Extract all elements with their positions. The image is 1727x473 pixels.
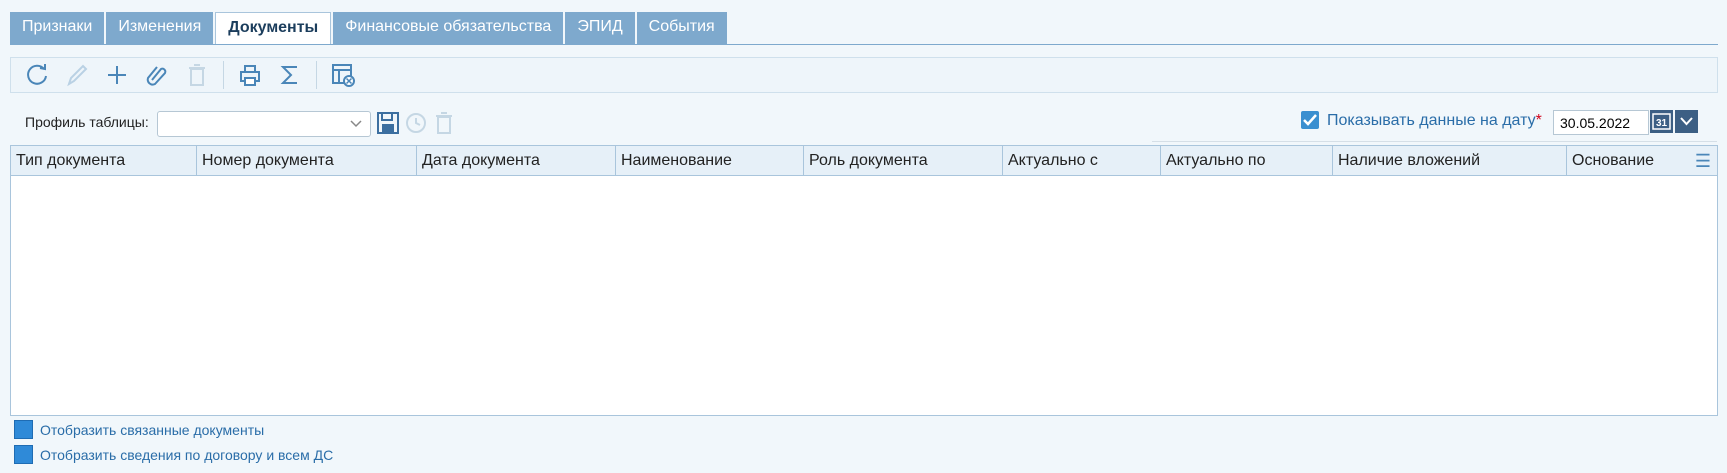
related-docs-toggle[interactable] [14, 420, 33, 439]
attach-button[interactable] [137, 59, 177, 91]
column-header-basis-label: Основание [1572, 152, 1655, 169]
add-button[interactable] [97, 59, 137, 91]
column-menu-icon[interactable]: ☰ [1695, 146, 1711, 175]
column-header-doc-type[interactable]: Тип документа [11, 146, 197, 175]
calendar-button[interactable]: 31 [1650, 110, 1673, 133]
tab-sobytiya[interactable]: События [636, 12, 727, 44]
restore-icon[interactable] [404, 111, 428, 135]
date-input[interactable] [1553, 110, 1649, 135]
edit-icon [67, 64, 88, 87]
tab-dokumenty[interactable]: Документы [215, 12, 332, 45]
column-header-doc-number[interactable]: Номер документа [197, 146, 417, 175]
column-header-doc-role[interactable]: Роль документа [804, 146, 1003, 175]
show-contract-info-link[interactable]: Отобразить сведения по договору и всем Д… [14, 445, 333, 464]
table-settings-icon [332, 64, 355, 87]
tab-izmeneniya[interactable]: Изменения [106, 12, 214, 44]
column-header-name[interactable]: Наименование [616, 146, 804, 175]
related-docs-label: Отобразить связанные документы [40, 421, 265, 438]
toolbar [10, 57, 1718, 93]
edit-button[interactable] [57, 59, 97, 91]
delete-icon [189, 64, 205, 86]
column-header-actual-to[interactable]: Актуально по [1161, 146, 1333, 175]
print-icon [240, 65, 260, 86]
chevron-down-icon [350, 120, 362, 128]
delete-profile-icon[interactable] [433, 111, 455, 135]
delete-button[interactable] [177, 59, 217, 91]
documents-table: Тип документа Номер документа Дата докум… [10, 145, 1718, 416]
toolbar-separator [316, 61, 317, 89]
date-dropdown-button[interactable] [1675, 110, 1698, 133]
chevron-down-icon [1680, 117, 1693, 126]
sum-icon [280, 66, 297, 84]
tab-bar: Признаки Изменения Документы Финансовые … [10, 12, 729, 45]
tab-finansovye-obyazatelstva[interactable]: Финансовые обязательства [333, 12, 564, 44]
contract-info-toggle[interactable] [14, 445, 33, 464]
add-icon [108, 66, 126, 84]
print-button[interactable] [230, 59, 270, 91]
tab-priznaki[interactable]: Признаки [10, 12, 105, 44]
show-date-checkbox[interactable] [1301, 111, 1319, 129]
date-row-divider [1152, 141, 1717, 142]
refresh-icon [27, 64, 47, 85]
attach-icon [146, 66, 167, 86]
show-related-docs-link[interactable]: Отобразить связанные документы [14, 420, 264, 439]
tabs-divider [10, 44, 1718, 45]
contract-info-label: Отобразить сведения по договору и всем Д… [40, 446, 334, 463]
toolbar-separator [223, 61, 224, 89]
tab-epid[interactable]: ЭПИД [565, 12, 635, 44]
show-date-label: Показывать данные на дату* [1327, 112, 1542, 130]
table-header: Тип документа Номер документа Дата докум… [11, 146, 1717, 176]
column-header-doc-date[interactable]: Дата документа [417, 146, 616, 175]
column-header-actual-from[interactable]: Актуально с [1003, 146, 1161, 175]
required-mark: * [1535, 112, 1542, 129]
profile-select[interactable] [157, 111, 371, 137]
checkmark-icon [1303, 114, 1317, 126]
column-header-attachments[interactable]: Наличие вложений [1333, 146, 1567, 175]
calendar-icon: 31 [1652, 113, 1671, 130]
calendar-day: 31 [1656, 118, 1668, 129]
refresh-button[interactable] [17, 59, 57, 91]
show-date-text: Показывать данные на дату [1327, 112, 1536, 129]
profile-label: Профиль таблицы: [25, 114, 149, 130]
column-header-basis[interactable]: Основание ☰ [1567, 146, 1717, 175]
table-settings-button[interactable] [323, 59, 363, 91]
save-icon[interactable] [376, 111, 400, 135]
sum-button[interactable] [270, 59, 310, 91]
